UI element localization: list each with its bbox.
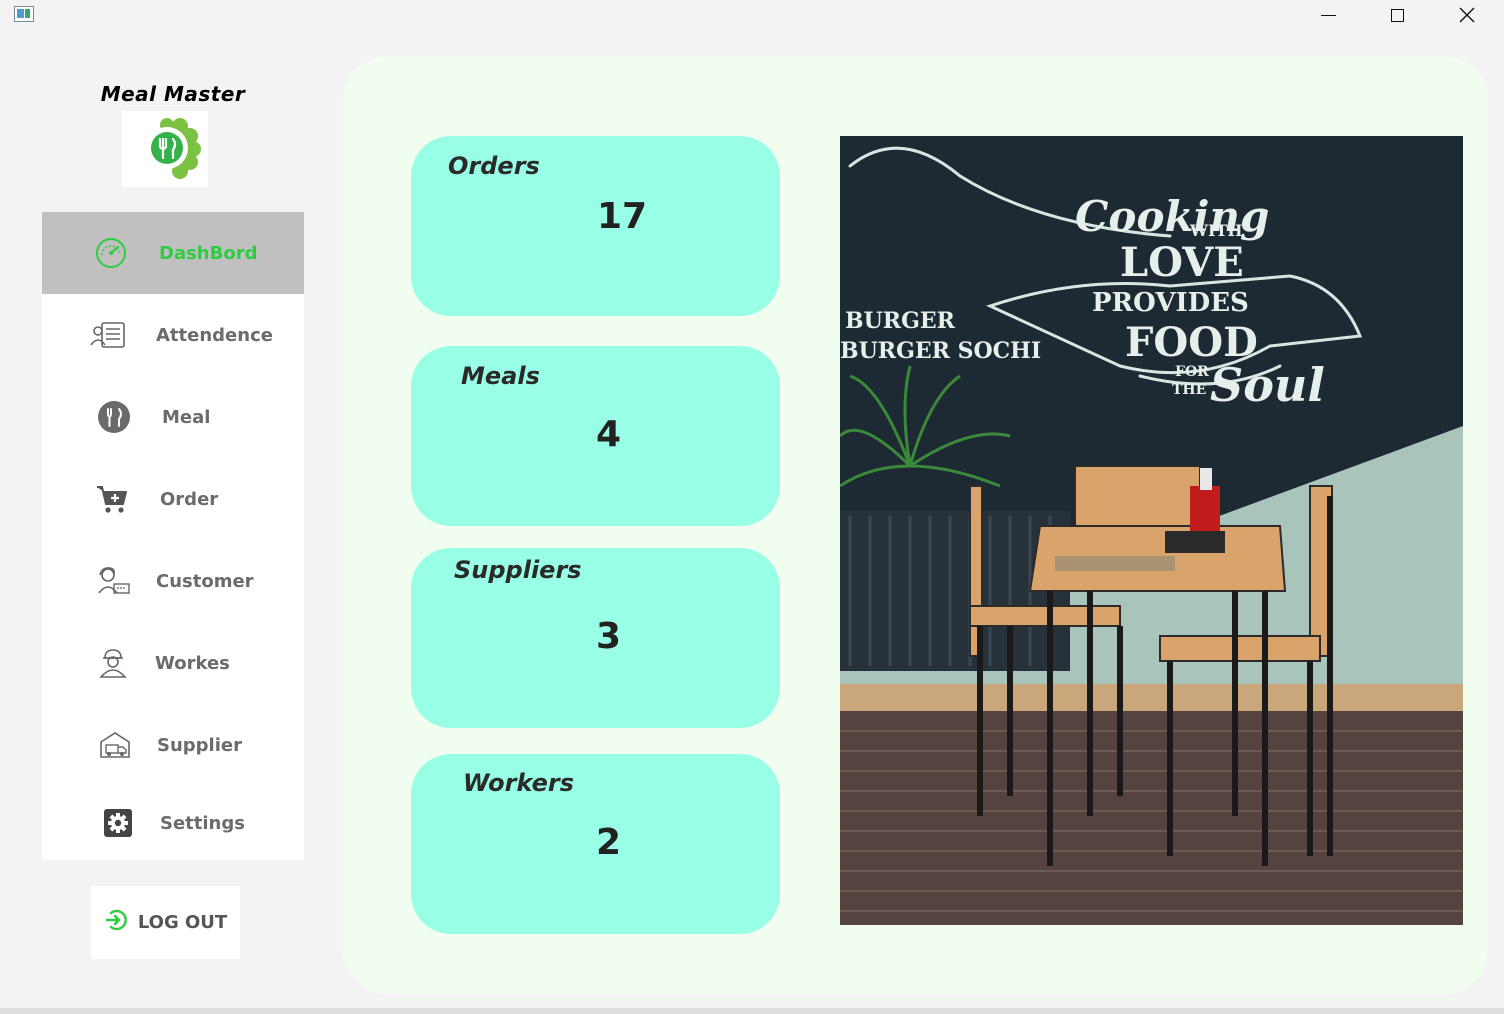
attendance-icon xyxy=(90,317,126,353)
sidebar-item-customer[interactable]: Customer xyxy=(42,540,304,622)
workers-card: Workers 2 xyxy=(411,754,780,934)
sidebar-item-order[interactable]: Order xyxy=(42,458,304,540)
orders-card: Orders 17 xyxy=(411,136,780,316)
svg-text:THE: THE xyxy=(1172,382,1206,398)
delivery-truck-icon xyxy=(97,727,133,763)
maximize-button[interactable] xyxy=(1362,0,1432,30)
meals-card: Meals 4 xyxy=(411,346,780,526)
app-window-icon xyxy=(14,6,34,22)
svg-text:WITH: WITH xyxy=(1189,221,1242,240)
svg-text:BURGER: BURGER xyxy=(845,308,956,334)
sidebar-item-meal[interactable]: Meal xyxy=(42,376,304,458)
svg-text:FOR: FOR xyxy=(1175,364,1209,380)
speedometer-icon xyxy=(93,235,129,271)
sidebar-item-label: Meal xyxy=(162,406,211,428)
minimize-button[interactable] xyxy=(1293,0,1363,30)
close-button[interactable] xyxy=(1432,0,1502,30)
sidebar-item-label: Attendence xyxy=(156,324,273,346)
sidebar-item-label: Supplier xyxy=(157,734,242,756)
sidebar-item-attendance[interactable]: Attendence xyxy=(42,294,304,376)
logout-icon xyxy=(104,907,130,938)
sidebar-item-label: Settings xyxy=(160,812,245,834)
sidebar-item-label: DashBord xyxy=(159,242,258,264)
sidebar-nav: DashBord Attendence Meal Order Customer … xyxy=(42,212,304,860)
card-label: Workers xyxy=(463,769,574,797)
fork-knife-icon xyxy=(96,399,132,435)
gear-icon xyxy=(100,805,136,841)
window-titlebar xyxy=(0,0,1504,30)
restaurant-photo: Cooking WITH LOVE PROVIDES FOOD FOR THE … xyxy=(840,136,1463,925)
sidebar-item-label: Workes xyxy=(155,652,230,674)
card-value: 3 xyxy=(596,616,622,657)
window-bottom-edge xyxy=(0,1008,1504,1014)
svg-text:BURGER SOCHI: BURGER SOCHI xyxy=(840,338,1041,364)
svg-text:PROVIDES: PROVIDES xyxy=(1092,288,1249,318)
card-label: Suppliers xyxy=(454,556,582,584)
card-value: 2 xyxy=(596,822,622,863)
app-logo xyxy=(122,111,208,187)
sidebar-item-workers[interactable]: Workes xyxy=(42,622,304,704)
logout-button[interactable]: LOG OUT xyxy=(91,886,240,959)
sidebar-item-dashboard[interactable]: DashBord xyxy=(42,212,304,294)
cart-icon xyxy=(94,481,130,517)
customer-icon xyxy=(96,563,132,599)
app-title: Meal Master xyxy=(100,82,246,106)
card-value: 17 xyxy=(597,196,648,237)
suppliers-card: Suppliers 3 xyxy=(411,548,780,728)
minimize-icon xyxy=(1320,14,1336,16)
card-label: Meals xyxy=(461,362,540,390)
sidebar-item-label: Customer xyxy=(156,570,254,592)
card-value: 4 xyxy=(596,414,622,455)
sidebar-item-settings[interactable]: Settings xyxy=(42,782,304,864)
maximize-icon xyxy=(1390,8,1404,22)
svg-text:Soul: Soul xyxy=(1210,358,1325,412)
sidebar-item-label: Order xyxy=(160,488,219,510)
logout-label: LOG OUT xyxy=(137,912,228,933)
svg-text:LOVE: LOVE xyxy=(1120,239,1244,286)
close-icon xyxy=(1459,7,1475,23)
card-label: Orders xyxy=(448,152,540,180)
worker-icon xyxy=(95,645,131,681)
sidebar-item-supplier[interactable]: Supplier xyxy=(42,704,304,786)
